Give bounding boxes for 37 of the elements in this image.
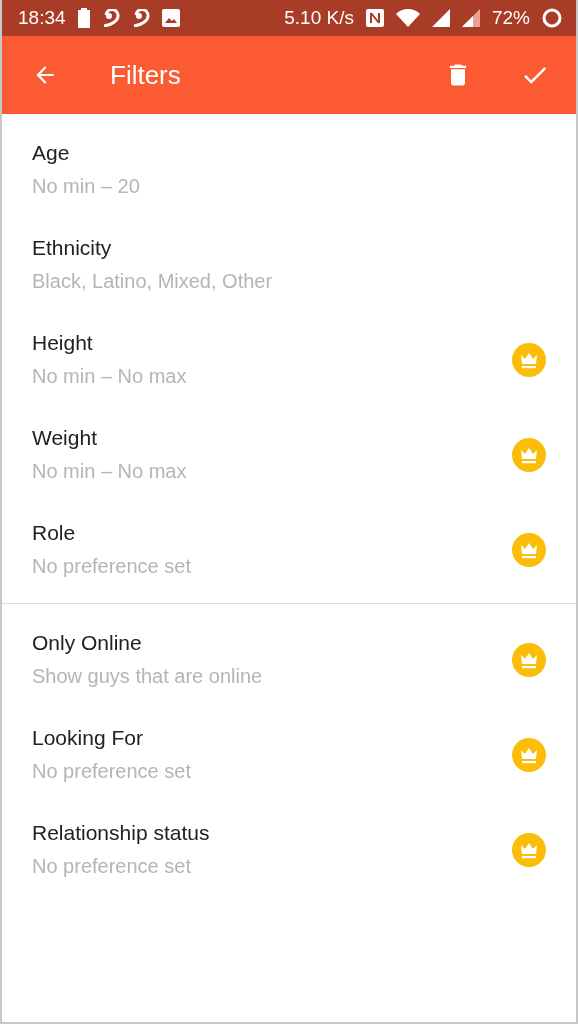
loading-icon	[542, 8, 562, 28]
network-speed: 5.10 K/s	[284, 7, 354, 29]
filter-value: No min – No max	[32, 365, 188, 388]
filter-title: Weight	[32, 426, 98, 450]
filter-value: No min – No max	[32, 460, 188, 483]
filter-value: No min – 20	[32, 175, 141, 198]
filter-title: Role	[32, 521, 77, 545]
image-icon	[161, 9, 180, 27]
signal-icon	[461, 9, 480, 27]
status-time: 18:34	[18, 7, 66, 29]
filter-title: Only Online	[32, 631, 143, 655]
filter-item[interactable]: Weight No min – No max	[2, 407, 576, 502]
wifi-icon	[395, 9, 420, 27]
filter-item[interactable]: Relationship status No preference set	[2, 802, 576, 897]
notification-icon	[131, 9, 150, 27]
filter-value: Black, Latino, Mixed, Other	[32, 270, 274, 293]
filter-value: No preference set	[32, 760, 192, 783]
signal-icon	[431, 9, 450, 27]
filter-value: Show guys that are online	[32, 665, 264, 688]
filter-item[interactable]: Height No min – No max	[2, 312, 576, 407]
filter-value: No preference set	[32, 855, 192, 878]
filter-title: Looking For	[32, 726, 144, 750]
battery-icon	[77, 8, 90, 28]
filter-value: No preference set	[32, 555, 192, 578]
filter-title: Ethnicity	[32, 236, 113, 260]
nfc-icon	[365, 9, 384, 27]
filter-item[interactable]: Age No min – 20	[2, 122, 576, 217]
filter-item[interactable]: Only Online Show guys that are online	[2, 612, 576, 707]
notification-icon	[101, 9, 120, 27]
filter-item[interactable]: Ethnicity Black, Latino, Mixed, Other	[2, 217, 576, 312]
filter-title: Height	[32, 331, 94, 355]
toolbar-title: Filters	[110, 59, 182, 91]
battery-level: 72%	[491, 7, 530, 29]
filter-item[interactable]: Role No preference set	[2, 502, 576, 597]
filter-item[interactable]: Looking For No preference set	[2, 707, 576, 802]
filter-title: Relationship status	[32, 821, 211, 845]
filter-title: Age	[32, 141, 71, 165]
